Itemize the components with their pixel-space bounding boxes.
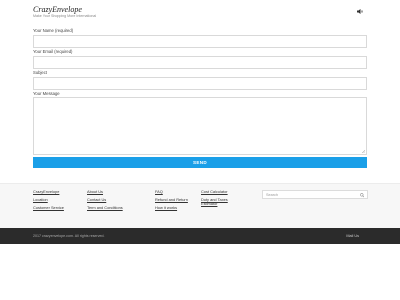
send-button[interactable]: SEND xyxy=(33,157,367,168)
subject-label: Subject xyxy=(33,70,47,75)
footer-search-input[interactable]: Search xyxy=(262,190,368,199)
email-label: Your Email (required) xyxy=(33,49,73,54)
bottom-bar: 2017 crazyenvelope.com. All rights reser… xyxy=(0,228,400,244)
footer-link-crazyenvelope[interactable]: CrazyEnvelope xyxy=(33,189,59,194)
copyright-text: 2017 crazyenvelope.com. All rights reser… xyxy=(33,234,105,238)
footer-link-terms[interactable]: Term and Conditions xyxy=(87,205,123,210)
footer-link-faq[interactable]: FAQ xyxy=(155,189,163,194)
footer-link-contact-us[interactable]: Contact Us xyxy=(87,197,106,202)
search-placeholder: Search xyxy=(266,192,279,197)
site-header: CrazyEnvelope Make Your Shopping More In… xyxy=(0,0,400,24)
footer-link-about-us[interactable]: About Us xyxy=(87,189,103,194)
name-label: Your Name (required) xyxy=(33,28,74,33)
site-tagline: Make Your Shopping More International xyxy=(33,14,97,18)
name-field[interactable] xyxy=(33,35,367,48)
search-icon[interactable] xyxy=(359,193,365,198)
footer-link-duty-taxes[interactable]: Duty and Taxes Estimator xyxy=(201,197,235,207)
mail-us-link[interactable]: Mail Us xyxy=(346,234,359,238)
footer-link-customer-service[interactable]: Customer Service xyxy=(33,205,64,210)
footer-link-how-it-works[interactable]: How it works xyxy=(155,205,177,210)
footer-link-location[interactable]: Location xyxy=(33,197,48,202)
email-field[interactable] xyxy=(33,56,367,69)
footer-link-cost-calculator[interactable]: Cost Calculator xyxy=(201,189,228,194)
resize-grip-icon[interactable] xyxy=(361,149,365,153)
message-textarea[interactable] xyxy=(33,97,367,155)
site-logo[interactable]: CrazyEnvelope xyxy=(33,5,82,14)
footer-link-refund[interactable]: Refund and Return xyxy=(155,197,188,202)
speaker-mute-icon[interactable] xyxy=(357,9,363,14)
subject-field[interactable] xyxy=(33,77,367,90)
site-footer: CrazyEnvelope Location Customer Service … xyxy=(0,183,400,228)
message-label: Your Message xyxy=(33,91,60,96)
